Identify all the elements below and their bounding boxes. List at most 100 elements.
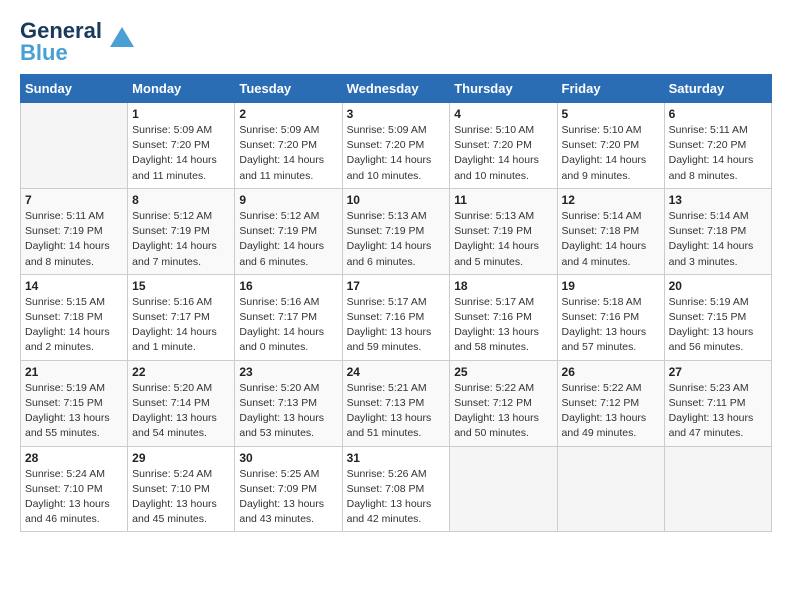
day-info: Sunrise: 5:12 AM Sunset: 7:19 PM Dayligh… [239, 209, 337, 270]
calendar-cell: 24 Sunrise: 5:21 AM Sunset: 7:13 PM Dayli… [342, 360, 450, 446]
day-info: Sunrise: 5:09 AM Sunset: 7:20 PM Dayligh… [347, 123, 446, 184]
logo: GeneralBlue [20, 20, 138, 64]
calendar-cell: 31 Sunrise: 5:26 AM Sunset: 7:08 PM Dayli… [342, 446, 450, 532]
day-info: Sunrise: 5:09 AM Sunset: 7:20 PM Dayligh… [239, 123, 337, 184]
day-info: Sunrise: 5:23 AM Sunset: 7:11 PM Dayligh… [669, 381, 767, 442]
weekday-header-tuesday: Tuesday [235, 75, 342, 103]
calendar-cell: 23 Sunrise: 5:20 AM Sunset: 7:13 PM Dayli… [235, 360, 342, 446]
calendar-cell: 10Sunrise: 5:13 AM Sunset: 7:19 PM Dayli… [342, 188, 450, 274]
calendar-cell: 2Sunrise: 5:09 AM Sunset: 7:20 PM Daylig… [235, 103, 342, 189]
weekday-header-friday: Friday [557, 75, 664, 103]
day-number: 19 [562, 279, 660, 293]
calendar-week-3: 14Sunrise: 5:15 AM Sunset: 7:18 PM Dayli… [21, 274, 772, 360]
calendar-cell: 22Sunrise: 5:20 AM Sunset: 7:14 PM Dayli… [128, 360, 235, 446]
day-info: Sunrise: 5:10 AM Sunset: 7:20 PM Dayligh… [454, 123, 552, 184]
day-info: Sunrise: 5:26 AM Sunset: 7:08 PM Dayligh… [347, 467, 446, 528]
day-number: 8 [132, 193, 230, 207]
day-info: Sunrise: 5:13 AM Sunset: 7:19 PM Dayligh… [347, 209, 446, 270]
weekday-row: SundayMondayTuesdayWednesdayThursdayFrid… [21, 75, 772, 103]
day-info: Sunrise: 5:17 AM Sunset: 7:16 PM Dayligh… [347, 295, 446, 356]
day-info: Sunrise: 5:18 AM Sunset: 7:16 PM Dayligh… [562, 295, 660, 356]
day-number: 21 [25, 365, 123, 379]
day-info: Sunrise: 5:25 AM Sunset: 7:09 PM Dayligh… [239, 467, 337, 528]
day-number: 28 [25, 451, 123, 465]
calendar-cell [450, 446, 557, 532]
day-number: 24 [347, 365, 446, 379]
day-info: Sunrise: 5:14 AM Sunset: 7:18 PM Dayligh… [669, 209, 767, 270]
day-number: 29 [132, 451, 230, 465]
calendar-cell: 6 Sunrise: 5:11 AM Sunset: 7:20 PM Daylig… [664, 103, 771, 189]
day-number: 6 [669, 107, 767, 121]
day-number: 11 [454, 193, 552, 207]
calendar-cell: 29Sunrise: 5:24 AM Sunset: 7:10 PM Dayli… [128, 446, 235, 532]
day-number: 26 [562, 365, 660, 379]
calendar-cell: 26 Sunrise: 5:22 AM Sunset: 7:12 PM Dayli… [557, 360, 664, 446]
calendar-cell: 20Sunrise: 5:19 AM Sunset: 7:15 PM Dayli… [664, 274, 771, 360]
calendar-cell: 5 Sunrise: 5:10 AM Sunset: 7:20 PM Daylig… [557, 103, 664, 189]
day-info: Sunrise: 5:16 AM Sunset: 7:17 PM Dayligh… [132, 295, 230, 356]
calendar-week-2: 7 Sunrise: 5:11 AM Sunset: 7:19 PM Daylig… [21, 188, 772, 274]
weekday-header-sunday: Sunday [21, 75, 128, 103]
day-number: 7 [25, 193, 123, 207]
calendar-cell: 19 Sunrise: 5:18 AM Sunset: 7:16 PM Dayli… [557, 274, 664, 360]
weekday-header-saturday: Saturday [664, 75, 771, 103]
day-info: Sunrise: 5:22 AM Sunset: 7:12 PM Dayligh… [562, 381, 660, 442]
weekday-header-thursday: Thursday [450, 75, 557, 103]
day-info: Sunrise: 5:14 AM Sunset: 7:18 PM Dayligh… [562, 209, 660, 270]
day-number: 31 [347, 451, 446, 465]
day-info: Sunrise: 5:21 AM Sunset: 7:13 PM Dayligh… [347, 381, 446, 442]
day-info: Sunrise: 5:19 AM Sunset: 7:15 PM Dayligh… [669, 295, 767, 356]
day-info: Sunrise: 5:13 AM Sunset: 7:19 PM Dayligh… [454, 209, 552, 270]
day-info: Sunrise: 5:20 AM Sunset: 7:13 PM Dayligh… [239, 381, 337, 442]
day-info: Sunrise: 5:09 AM Sunset: 7:20 PM Dayligh… [132, 123, 230, 184]
calendar-cell: 13Sunrise: 5:14 AM Sunset: 7:18 PM Dayli… [664, 188, 771, 274]
day-info: Sunrise: 5:19 AM Sunset: 7:15 PM Dayligh… [25, 381, 123, 442]
day-number: 9 [239, 193, 337, 207]
day-info: Sunrise: 5:17 AM Sunset: 7:16 PM Dayligh… [454, 295, 552, 356]
day-number: 5 [562, 107, 660, 121]
calendar-cell: 30Sunrise: 5:25 AM Sunset: 7:09 PM Dayli… [235, 446, 342, 532]
day-info: Sunrise: 5:11 AM Sunset: 7:19 PM Dayligh… [25, 209, 123, 270]
day-number: 3 [347, 107, 446, 121]
calendar-cell: 8Sunrise: 5:12 AM Sunset: 7:19 PM Daylig… [128, 188, 235, 274]
calendar-cell: 11 Sunrise: 5:13 AM Sunset: 7:19 PM Dayli… [450, 188, 557, 274]
calendar-body: 1 Sunrise: 5:09 AM Sunset: 7:20 PM Daylig… [21, 103, 772, 532]
day-info: Sunrise: 5:11 AM Sunset: 7:20 PM Dayligh… [669, 123, 767, 184]
day-number: 12 [562, 193, 660, 207]
calendar-cell: 17 Sunrise: 5:17 AM Sunset: 7:16 PM Dayli… [342, 274, 450, 360]
calendar-table: SundayMondayTuesdayWednesdayThursdayFrid… [20, 74, 772, 532]
calendar-cell: 18 Sunrise: 5:17 AM Sunset: 7:16 PM Dayli… [450, 274, 557, 360]
calendar-cell: 7 Sunrise: 5:11 AM Sunset: 7:19 PM Daylig… [21, 188, 128, 274]
calendar-week-4: 21 Sunrise: 5:19 AM Sunset: 7:15 PM Dayli… [21, 360, 772, 446]
day-number: 17 [347, 279, 446, 293]
calendar-cell: 25 Sunrise: 5:22 AM Sunset: 7:12 PM Dayli… [450, 360, 557, 446]
day-number: 25 [454, 365, 552, 379]
calendar-cell [557, 446, 664, 532]
day-info: Sunrise: 5:10 AM Sunset: 7:20 PM Dayligh… [562, 123, 660, 184]
calendar-cell: 15Sunrise: 5:16 AM Sunset: 7:17 PM Dayli… [128, 274, 235, 360]
logo-text: GeneralBlue [20, 20, 102, 64]
day-number: 14 [25, 279, 123, 293]
calendar-cell: 27 Sunrise: 5:23 AM Sunset: 7:11 PM Dayli… [664, 360, 771, 446]
logo-icon [106, 23, 138, 51]
day-info: Sunrise: 5:24 AM Sunset: 7:10 PM Dayligh… [25, 467, 123, 528]
day-number: 1 [132, 107, 230, 121]
calendar-cell: 21 Sunrise: 5:19 AM Sunset: 7:15 PM Dayli… [21, 360, 128, 446]
day-number: 4 [454, 107, 552, 121]
day-number: 18 [454, 279, 552, 293]
day-info: Sunrise: 5:22 AM Sunset: 7:12 PM Dayligh… [454, 381, 552, 442]
day-info: Sunrise: 5:16 AM Sunset: 7:17 PM Dayligh… [239, 295, 337, 356]
day-info: Sunrise: 5:20 AM Sunset: 7:14 PM Dayligh… [132, 381, 230, 442]
calendar-week-5: 28 Sunrise: 5:24 AM Sunset: 7:10 PM Dayli… [21, 446, 772, 532]
day-number: 27 [669, 365, 767, 379]
calendar-cell: 3 Sunrise: 5:09 AM Sunset: 7:20 PM Daylig… [342, 103, 450, 189]
calendar-header: SundayMondayTuesdayWednesdayThursdayFrid… [21, 75, 772, 103]
calendar-cell: 4 Sunrise: 5:10 AM Sunset: 7:20 PM Daylig… [450, 103, 557, 189]
day-number: 23 [239, 365, 337, 379]
weekday-header-wednesday: Wednesday [342, 75, 450, 103]
calendar-cell: 28 Sunrise: 5:24 AM Sunset: 7:10 PM Dayli… [21, 446, 128, 532]
calendar-cell: 14Sunrise: 5:15 AM Sunset: 7:18 PM Dayli… [21, 274, 128, 360]
calendar-cell: 9 Sunrise: 5:12 AM Sunset: 7:19 PM Daylig… [235, 188, 342, 274]
weekday-header-monday: Monday [128, 75, 235, 103]
calendar-cell: 12 Sunrise: 5:14 AM Sunset: 7:18 PM Dayli… [557, 188, 664, 274]
